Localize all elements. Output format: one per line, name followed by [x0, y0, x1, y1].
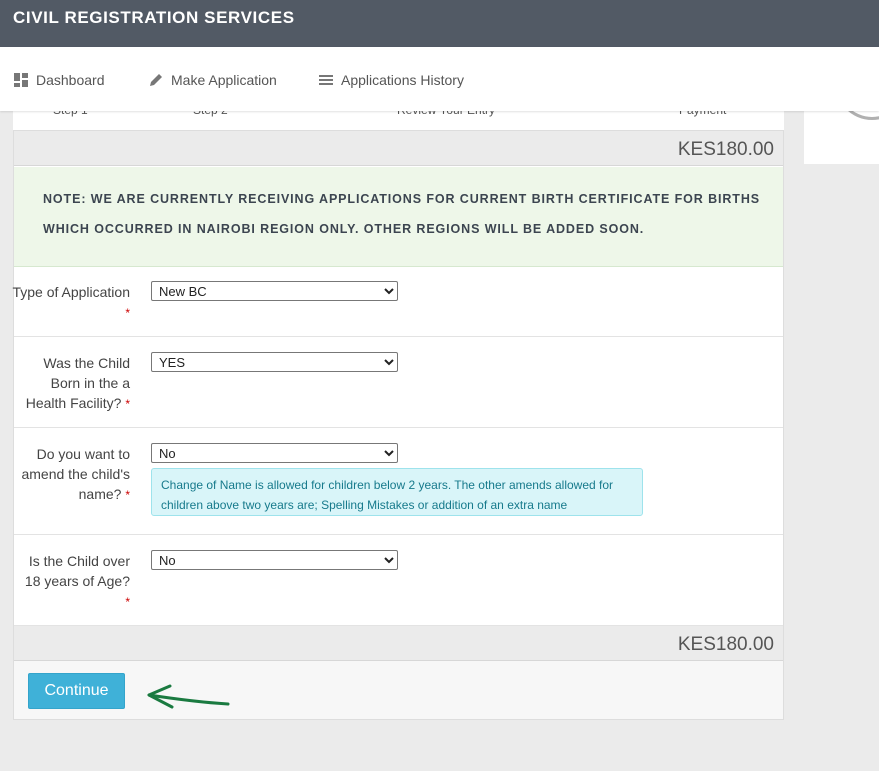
panel-footer: [14, 661, 783, 719]
health-facility-select[interactable]: YES: [151, 352, 398, 372]
over-18-select[interactable]: No: [151, 550, 398, 570]
nav-make-application[interactable]: Make Application: [149, 71, 277, 89]
price-bar-bottom: KES180.00: [14, 626, 783, 661]
type-of-application-label: Type of Application *: [12, 284, 130, 320]
pencil-icon: [150, 74, 162, 86]
list-icon: [319, 75, 333, 85]
nav-dashboard-label: Dashboard: [36, 72, 105, 88]
region-notice: NOTE: WE ARE CURRENTLY RECEIVING APPLICA…: [14, 167, 783, 267]
amend-name-label: Do you want to amend the child's name? *: [21, 446, 130, 502]
app-title: CIVIL REGISTRATION SERVICES: [13, 8, 295, 27]
nav-applications-history-label: Applications History: [341, 72, 464, 88]
amend-name-info-box: Change of Name is allowed for children b…: [151, 468, 643, 516]
row-amend-name: Do you want to amend the child's name? *…: [14, 428, 783, 535]
required-marker: *: [125, 306, 130, 320]
row-health-facility: Was the Child Born in the a Health Facil…: [14, 337, 783, 428]
nav-applications-history[interactable]: Applications History: [319, 71, 464, 89]
nav-dashboard[interactable]: Dashboard: [14, 71, 105, 89]
nav-make-application-label: Make Application: [171, 72, 277, 88]
continue-button[interactable]: Continue: [28, 673, 125, 709]
application-panel: KES180.00 NOTE: WE ARE CURRENTLY RECEIVI…: [12, 130, 784, 720]
arrow-annotation-icon: [147, 684, 230, 709]
price-top: KES180.00: [677, 139, 774, 160]
over-18-label: Is the Child over 18 years of Age? *: [24, 553, 130, 609]
health-facility-label: Was the Child Born in the a Health Facil…: [25, 355, 130, 411]
nav-bar: Dashboard Make Application Applications …: [0, 47, 879, 111]
required-marker: *: [125, 488, 130, 502]
amend-name-select[interactable]: No: [151, 443, 398, 463]
top-header: CIVIL REGISTRATION SERVICES: [0, 0, 879, 47]
notice-text: NOTE: WE ARE CURRENTLY RECEIVING APPLICA…: [43, 192, 760, 236]
required-marker: *: [125, 397, 130, 411]
row-type-of-application: Type of Application * New BC: [12, 266, 783, 337]
price-bottom: KES180.00: [677, 634, 774, 655]
dashboard-icon: [14, 73, 28, 87]
required-marker: *: [125, 595, 130, 609]
row-over-18: Is the Child over 18 years of Age? * No: [14, 535, 783, 626]
price-bar-top: KES180.00: [14, 131, 783, 166]
type-of-application-select[interactable]: New BC: [151, 281, 398, 301]
